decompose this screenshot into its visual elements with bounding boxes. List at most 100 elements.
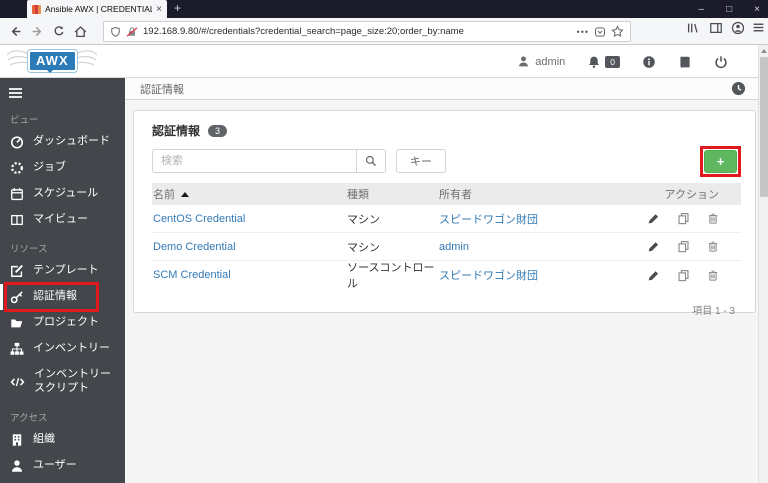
- sidebar-item[interactable]: インベントリー: [0, 336, 125, 362]
- sidebar-section-label: アクセス: [10, 412, 48, 424]
- docs-book-button[interactable]: [678, 55, 692, 69]
- sidebar-item[interactable]: 認証情報: [0, 282, 125, 312]
- spinner-icon: [10, 161, 24, 175]
- page-actions-icon[interactable]: •••: [577, 27, 589, 37]
- library-icon[interactable]: [686, 21, 700, 35]
- credentials-card: 認証情報 3 キー + 名前 種類: [133, 110, 756, 317]
- insecure-lock-icon[interactable]: [126, 26, 138, 38]
- delete-trash-icon[interactable]: [707, 240, 719, 253]
- sidebar-section-label: リソース: [10, 244, 48, 255]
- sidebar-item-label: ユーザー: [33, 458, 77, 471]
- url-text[interactable]: 192.168.9.80/#/credentials?credential_se…: [143, 26, 572, 37]
- window-minimize-button[interactable]: –: [699, 4, 705, 15]
- about-info-button[interactable]: [642, 55, 656, 69]
- credential-name-link[interactable]: Demo Credential: [153, 241, 236, 253]
- user-icon: [10, 459, 24, 473]
- sidebar-item[interactable]: ジョブ: [0, 155, 125, 181]
- sidebar-item[interactable]: インベントリースクリプト: [0, 362, 125, 402]
- username-label: admin: [535, 55, 566, 68]
- window-maximize-button[interactable]: □: [726, 4, 732, 15]
- breadcrumb[interactable]: 認証情報: [140, 81, 184, 97]
- sidebar-item[interactable]: ユーザー: [0, 453, 125, 479]
- edit-pencil-icon[interactable]: [647, 269, 660, 282]
- edit-pencil-icon[interactable]: [647, 212, 660, 225]
- add-credential-button[interactable]: +: [704, 149, 737, 173]
- copy-icon[interactable]: [677, 240, 690, 253]
- search-icon: [365, 155, 377, 167]
- url-bar[interactable]: 192.168.9.80/#/credentials?credential_se…: [103, 21, 631, 42]
- sidebar-item-label: インベントリー: [33, 342, 110, 355]
- breadcrumb-bar: 認証情報: [125, 78, 758, 100]
- sidebar-item[interactable]: チーム: [0, 479, 125, 483]
- sidebar-item-label: マイビュー: [33, 213, 88, 226]
- menu-hamburger-icon[interactable]: [752, 21, 765, 34]
- page-title: 認証情報: [152, 124, 201, 138]
- awx-logo[interactable]: AWX: [6, 47, 98, 77]
- pocket-icon[interactable]: [594, 26, 606, 38]
- search-input[interactable]: [152, 149, 356, 173]
- sidebar-item-label: ジョブ: [33, 161, 66, 174]
- delete-trash-icon[interactable]: [707, 269, 719, 282]
- items-range-label: 項目 1 - 3: [692, 306, 735, 317]
- copy-icon[interactable]: [677, 212, 690, 225]
- browser-tab[interactable]: Ansible AWX | CREDENTIALS ×: [27, 0, 167, 18]
- key-filter-button[interactable]: キー: [396, 149, 446, 173]
- sort-ascending-icon: [181, 191, 189, 197]
- notifications-button[interactable]: 0: [587, 55, 620, 69]
- folder-icon: [10, 316, 24, 330]
- sidebar-item[interactable]: テンプレート: [0, 258, 125, 284]
- main-content: 認証情報 3 キー + 名前 種類: [125, 100, 758, 483]
- sidebar-item[interactable]: マイビュー: [0, 207, 125, 233]
- home-button[interactable]: [74, 25, 87, 38]
- credential-owner-link[interactable]: スピードワゴン財団: [439, 270, 538, 282]
- page-scrollbar[interactable]: [758, 45, 768, 483]
- new-tab-button[interactable]: +: [174, 1, 181, 15]
- column-header-type[interactable]: 種類: [347, 186, 439, 202]
- credential-type-cell: マシン: [347, 241, 380, 254]
- tab-close-icon[interactable]: ×: [156, 4, 162, 15]
- sidebar-collapse-button[interactable]: [0, 78, 125, 104]
- current-user[interactable]: admin: [517, 55, 565, 68]
- reload-button[interactable]: [53, 25, 65, 37]
- search-button[interactable]: [356, 149, 386, 173]
- table-row: Demo Credential マシン admin: [152, 233, 741, 261]
- key-icon: [10, 290, 24, 304]
- sidebar-item[interactable]: スケジュール: [0, 181, 125, 207]
- app-header: AWX admin 0: [0, 45, 758, 78]
- credential-owner-link[interactable]: スピードワゴン財団: [439, 214, 538, 226]
- back-button[interactable]: [9, 25, 22, 38]
- scrollbar-up-arrow[interactable]: [760, 49, 767, 53]
- sidebar-item-label: 認証情報: [33, 290, 77, 303]
- credential-owner-link[interactable]: admin: [439, 241, 469, 253]
- credential-name-link[interactable]: CentOS Credential: [153, 213, 245, 225]
- column-header-owner[interactable]: 所有者: [439, 186, 631, 202]
- add-annotation-box: +: [700, 145, 741, 177]
- column-header-name[interactable]: 名前: [152, 186, 347, 202]
- sidebar-section-label: ビュー: [10, 115, 39, 126]
- sitemap-icon: [10, 342, 24, 356]
- tracking-shield-icon[interactable]: [110, 26, 121, 38]
- account-icon[interactable]: [731, 21, 745, 35]
- copy-icon[interactable]: [677, 269, 690, 282]
- sidebar-item-label: プロジェクト: [33, 316, 99, 329]
- building-icon: [10, 433, 24, 447]
- sidebar-toggle-icon[interactable]: [709, 21, 723, 35]
- awx-favicon-icon: [32, 4, 41, 14]
- forward-button[interactable]: [31, 25, 44, 38]
- delete-trash-icon[interactable]: [707, 212, 719, 225]
- bookmark-star-icon[interactable]: [611, 25, 624, 38]
- edit-pencil-icon[interactable]: [647, 240, 660, 253]
- sidebar-item[interactable]: 組織: [0, 427, 125, 453]
- scrollbar-thumb[interactable]: [759, 57, 768, 197]
- tachometer-icon: [10, 135, 24, 149]
- browser-titlebar: Ansible AWX | CREDENTIALS × + – □ ×: [0, 0, 768, 18]
- sidebar-item[interactable]: プロジェクト: [0, 310, 125, 336]
- column-header-actions: アクション: [664, 189, 719, 201]
- credential-name-link[interactable]: SCM Credential: [153, 269, 231, 281]
- logout-power-button[interactable]: [714, 55, 728, 69]
- activity-stream-icon[interactable]: [731, 81, 746, 96]
- table-header-row: 名前 種類 所有者 アクション: [152, 183, 741, 205]
- sidebar-item[interactable]: ダッシュボード: [0, 129, 125, 155]
- window-close-button[interactable]: ×: [754, 4, 760, 15]
- sidebar-item-label: インベントリースクリプト: [34, 368, 111, 394]
